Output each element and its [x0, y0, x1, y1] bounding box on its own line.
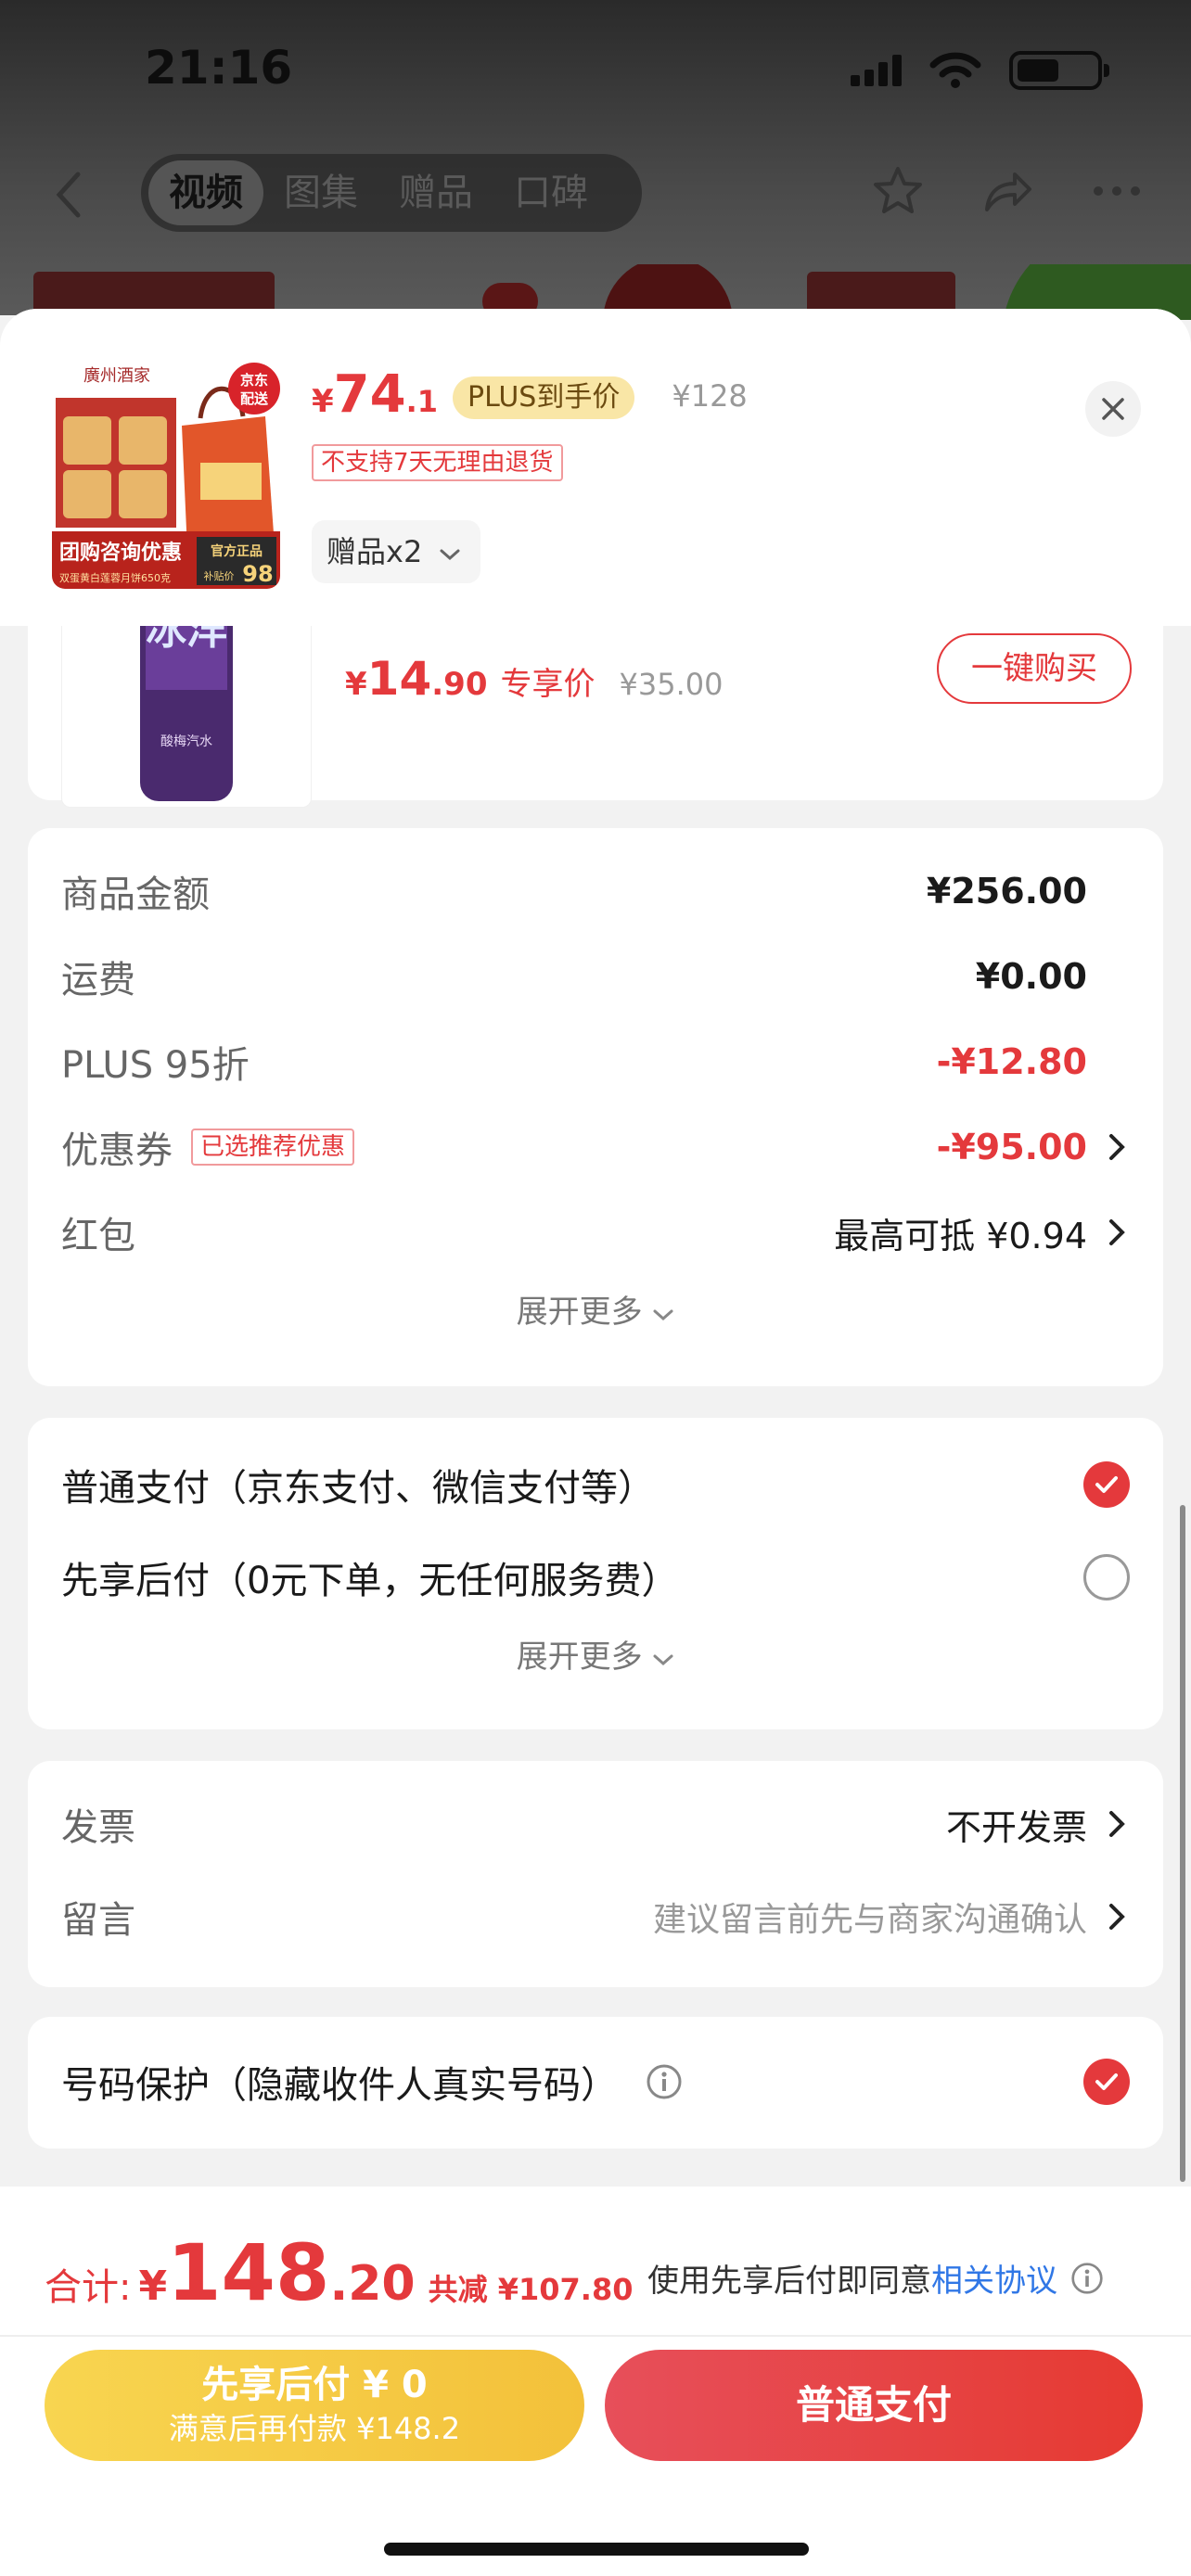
- svg-text:配送: 配送: [240, 390, 269, 407]
- product-summary-header: 廣州酒家 京东 配送 团购咨询优惠 双蛋黄白莲蓉月饼650克 官方正品 补贴价 …: [0, 309, 1191, 626]
- cellular-signal-icon: [851, 55, 902, 86]
- gift-label: 赠品x2: [327, 534, 423, 569]
- payment-method-card: 普通支付（京东支付、微信支付等） 先享后付（0元下单，无任何服务费） 展开更多: [28, 1418, 1163, 1729]
- tab-gallery[interactable]: 图集: [263, 160, 378, 225]
- info-icon[interactable]: [646, 2063, 683, 2100]
- svg-text:京东: 京东: [240, 372, 268, 389]
- svg-text:酸梅汽水: 酸梅汽水: [160, 734, 212, 749]
- no-return-tag: 不支持7天无理由退货: [312, 444, 563, 481]
- expand-more-button[interactable]: 展开更多: [28, 1631, 1163, 1677]
- chevron-right-icon: [1109, 1904, 1125, 1930]
- info-icon[interactable]: [1070, 2262, 1104, 2295]
- shipping-row: 运费 ¥0.00: [61, 956, 1087, 1001]
- chevron-down-icon: [440, 549, 460, 561]
- media-tabs: 视频 图集 赠品 口碑: [141, 154, 642, 232]
- chevron-right-icon: [1109, 1134, 1125, 1160]
- checked-radio-icon[interactable]: [1083, 1461, 1130, 1508]
- divider: [0, 2335, 1191, 2337]
- tab-gift[interactable]: 赠品: [378, 160, 493, 225]
- chevron-right-icon: [1109, 1219, 1125, 1245]
- product-image: 廣州酒家 京东 配送 团购咨询优惠 双蛋黄白莲蓉月饼650克 官方正品 补贴价 …: [52, 361, 280, 589]
- product-price: ¥ 74 .1 PLUS到手价 ¥128: [312, 364, 748, 425]
- chevron-down-icon: [653, 1309, 673, 1321]
- chevron-right-icon: [1109, 1811, 1125, 1837]
- agreement-notice: 使用先享后付即同意 相关协议: [647, 2255, 1104, 2301]
- plus-discount-row: PLUS 95折 -¥12.80: [61, 1041, 1087, 1087]
- tab-reviews[interactable]: 口碑: [493, 160, 608, 225]
- original-price: ¥128: [672, 378, 748, 414]
- nav-actions: [870, 163, 1145, 219]
- svg-text:官方正品: 官方正品: [211, 543, 263, 559]
- background-page: 21:16 视频 图集 赠品 口碑: [0, 0, 1191, 320]
- battery-icon: [1009, 51, 1109, 90]
- red-packet-row[interactable]: 红包 最高可抵 ¥0.94: [61, 1205, 1130, 1260]
- invoice-row[interactable]: 发票 不开发票: [61, 1796, 1130, 1852]
- svg-text:98: 98: [242, 561, 273, 587]
- recommended-item-price: ¥ 14 .90 专享价 ¥35.00: [345, 652, 724, 706]
- checkout-footer: 合计: ¥ 148 .20 共减 ¥107.80 使用先享后付即同意 相关协议 …: [0, 2187, 1191, 2576]
- number-privacy-card: 号码保护（隐藏收件人真实号码）: [28, 2017, 1163, 2149]
- payment-option-normal[interactable]: 普通支付（京东支付、微信支付等）: [61, 1457, 1130, 1512]
- share-icon[interactable]: [980, 163, 1035, 219]
- svg-text:补贴价: 补贴价: [204, 569, 235, 582]
- one-click-buy-button[interactable]: 一键购买: [937, 633, 1132, 704]
- order-total: 合计: ¥ 148 .20 共减 ¥107.80: [45, 2227, 634, 2318]
- star-icon[interactable]: [870, 163, 926, 219]
- close-icon: [1102, 398, 1124, 420]
- payment-option-pay-later[interactable]: 先享后付（0元下单，无任何服务费）: [61, 1549, 1130, 1605]
- invoice-message-card: 发票 不开发票 留言 建议留言前先与商家沟通确认: [28, 1761, 1163, 1987]
- total-saved: 共减 ¥107.80: [428, 2272, 634, 2307]
- wifi-icon: [929, 52, 981, 88]
- chevron-down-icon: [653, 1654, 673, 1666]
- normal-pay-button[interactable]: 普通支付: [605, 2350, 1143, 2461]
- pay-later-button[interactable]: 先享后付 ¥ 0 满意后再付款 ¥148.2: [45, 2350, 584, 2461]
- agreement-link[interactable]: 相关协议: [931, 2255, 1057, 2301]
- gift-dropdown[interactable]: 赠品x2: [312, 520, 480, 583]
- coupon-row[interactable]: 优惠券 已选推荐优惠 -¥95.00: [61, 1119, 1130, 1175]
- recommended-original-price: ¥35.00: [619, 667, 724, 702]
- exclusive-price-label: 专享价: [500, 666, 596, 703]
- svg-text:廣州酒家: 廣州酒家: [83, 366, 150, 386]
- number-privacy-row[interactable]: 号码保护（隐藏收件人真实号码）: [61, 2054, 1130, 2110]
- scrollbar[interactable]: [1180, 1505, 1185, 2182]
- more-icon[interactable]: [1089, 163, 1145, 219]
- status-icons: [851, 50, 1109, 91]
- back-icon[interactable]: [50, 167, 87, 223]
- status-time: 21:16: [145, 41, 293, 95]
- expand-more-button[interactable]: 展开更多: [28, 1286, 1163, 1332]
- recommended-coupon-tag: 已选推荐优惠: [191, 1129, 355, 1166]
- home-indicator[interactable]: [384, 2543, 809, 2556]
- plus-price-tag: PLUS到手价: [453, 376, 635, 419]
- goods-amount-row: 商品金额 ¥256.00: [61, 871, 1087, 916]
- svg-text:团购咨询优惠: 团购咨询优惠: [59, 541, 182, 565]
- svg-text:双蛋黄白莲蓉月饼650克: 双蛋黄白莲蓉月饼650克: [59, 571, 171, 584]
- price-summary-card: 商品金额 ¥256.00 运费 ¥0.00 PLUS 95折 -¥12.80 优…: [28, 828, 1163, 1386]
- checked-checkbox-icon[interactable]: [1083, 2059, 1130, 2105]
- tab-video[interactable]: 视频: [148, 160, 263, 225]
- message-row[interactable]: 留言 建议留言前先与商家沟通确认: [61, 1889, 1130, 1945]
- close-button[interactable]: [1085, 381, 1141, 437]
- unchecked-radio-icon[interactable]: [1083, 1554, 1130, 1600]
